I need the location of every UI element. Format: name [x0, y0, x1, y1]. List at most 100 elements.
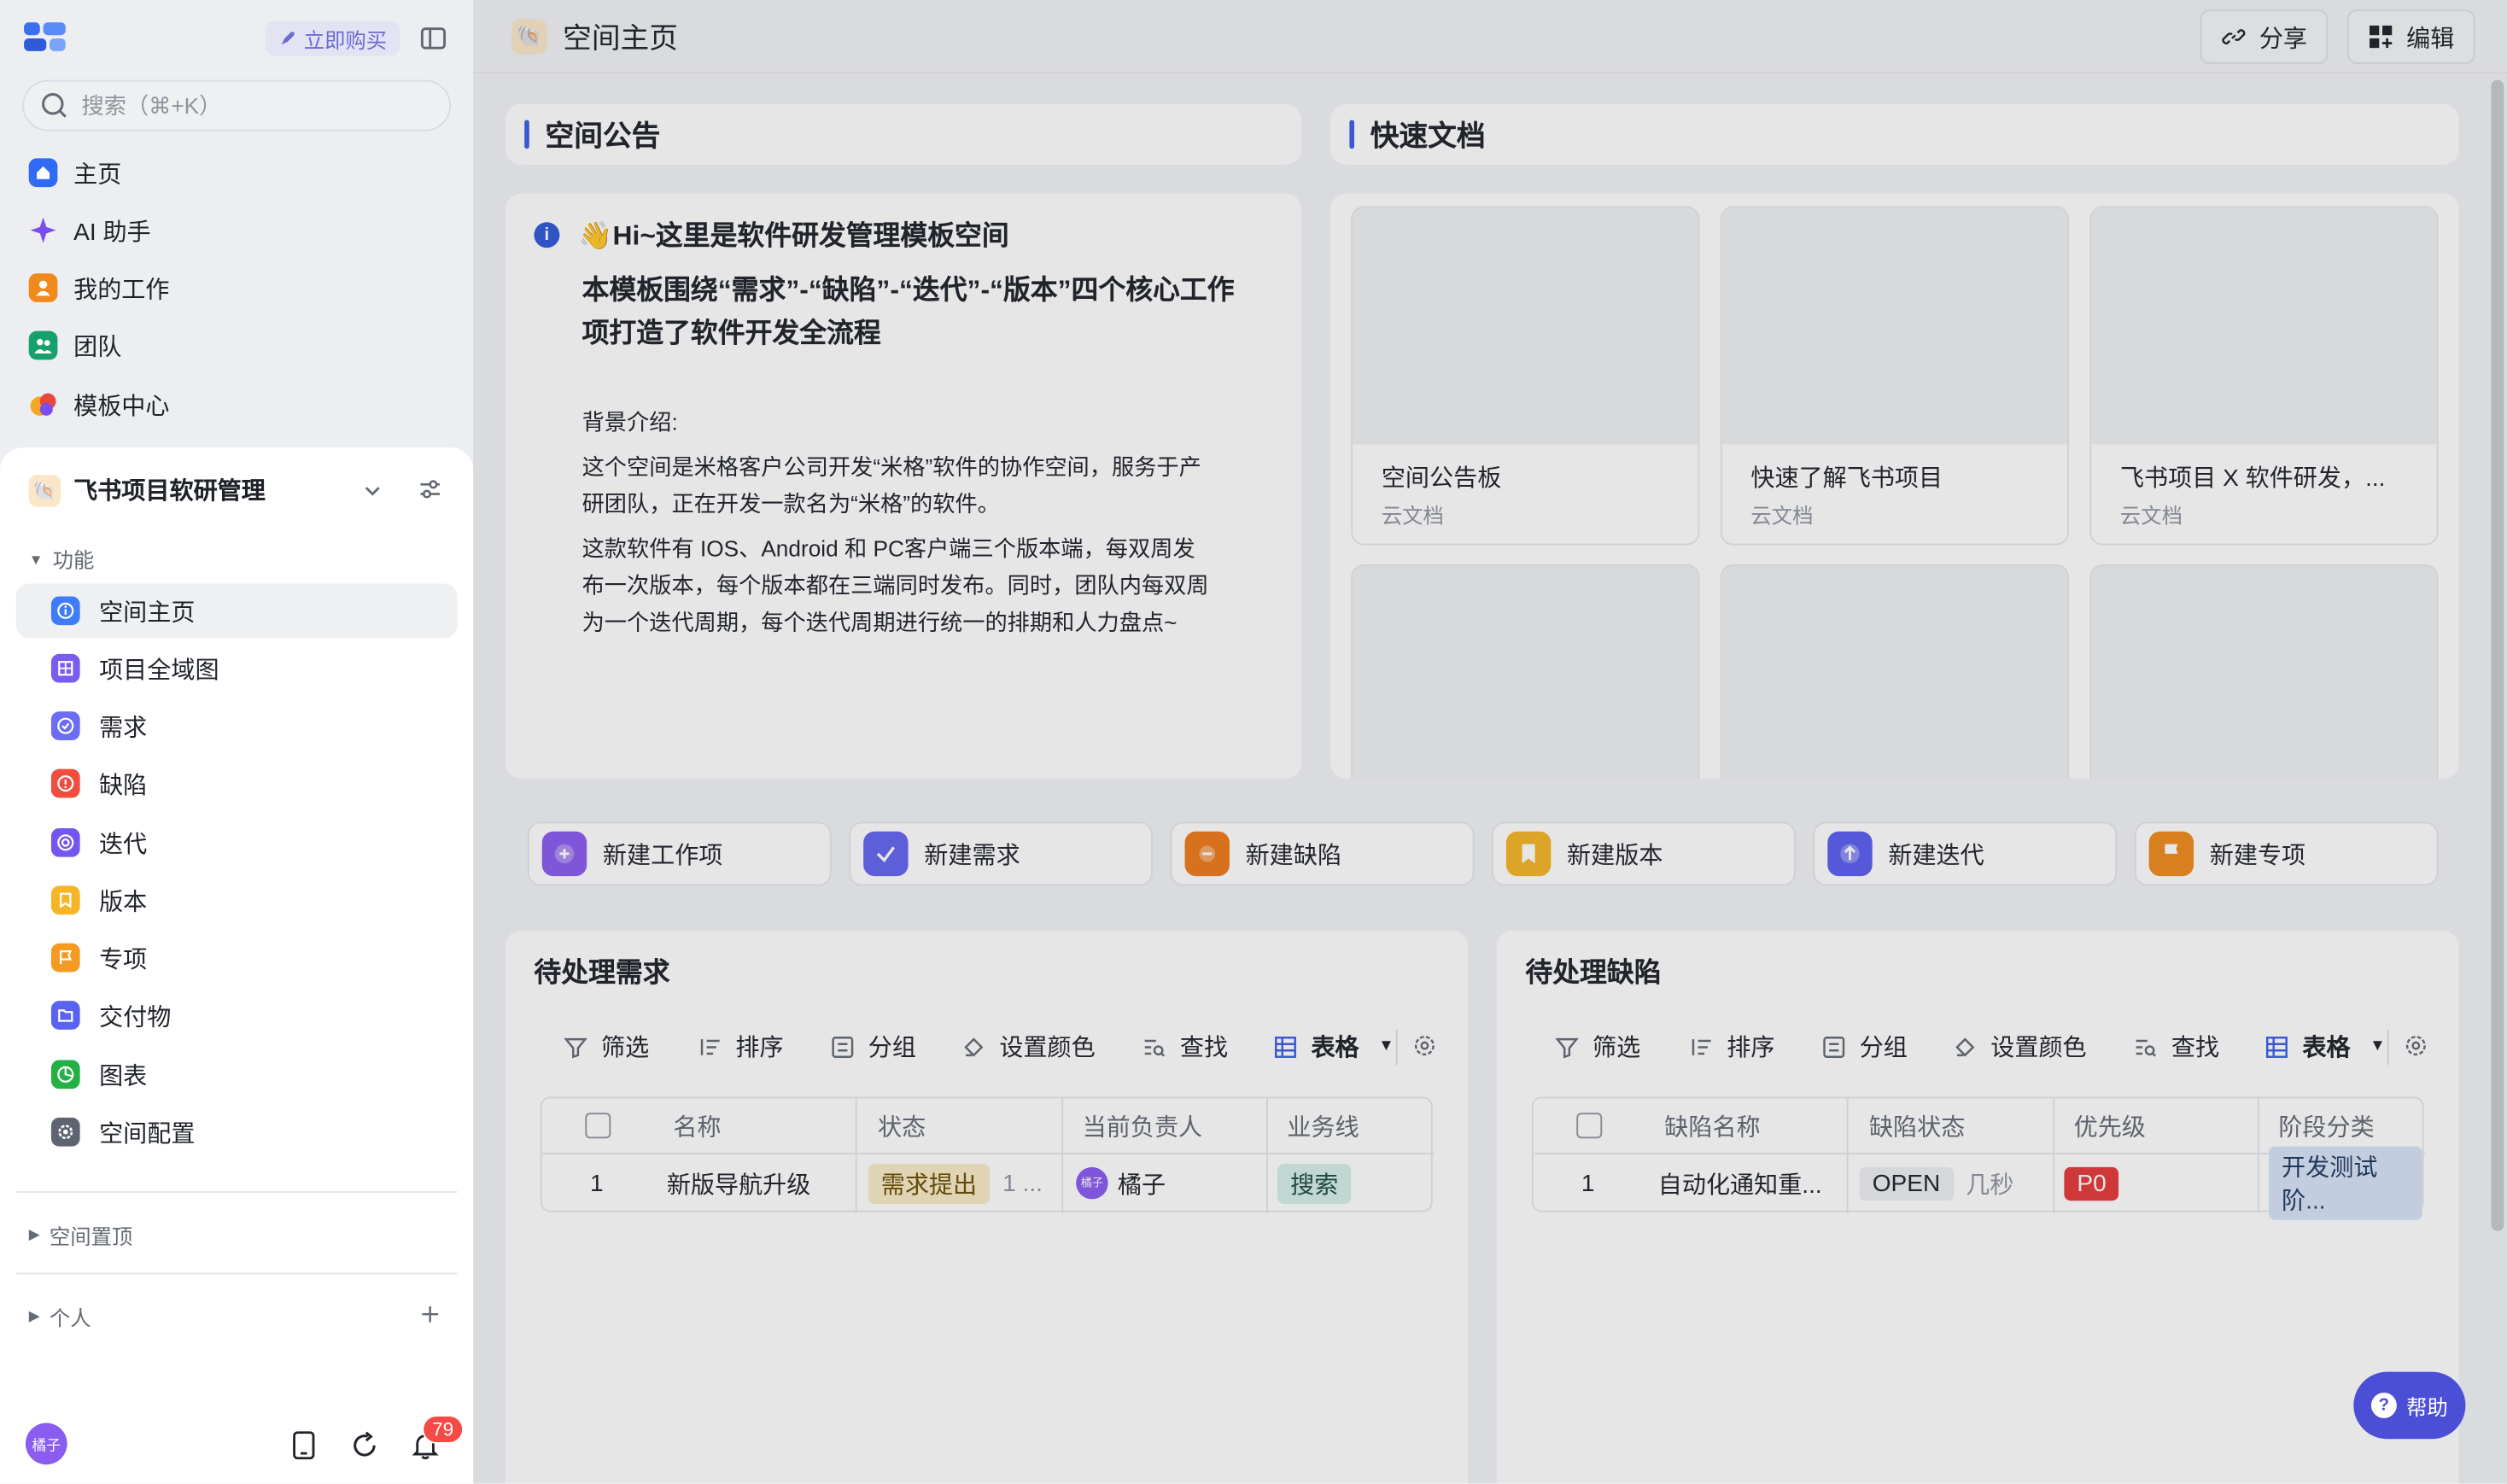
- arrow-up-icon: [1827, 831, 1873, 877]
- section-functions[interactable]: ▼ 功能: [29, 544, 95, 575]
- column-header[interactable]: 缺陷名称: [1664, 1098, 1760, 1153]
- menu-iterations[interactable]: 迭代: [16, 815, 458, 870]
- group-label: 分组: [868, 1034, 916, 1062]
- menu-space-settings[interactable]: 空间配置: [16, 1105, 458, 1160]
- filter-button[interactable]: 筛选: [1554, 1030, 1640, 1063]
- status-cell[interactable]: OPEN 几秒: [1859, 1153, 2013, 1213]
- flag-icon: [2148, 831, 2194, 877]
- doc-card[interactable]: 快速了解飞书项目 云文档: [1720, 206, 2070, 546]
- menu-versions[interactable]: 版本: [16, 873, 458, 927]
- defect-name[interactable]: 自动化通知重...: [1658, 1153, 1822, 1213]
- sidebar-toggle-icon[interactable]: [419, 24, 448, 53]
- doc-title: 快速了解飞书项目: [1750, 464, 1943, 493]
- nav-template-center[interactable]: 模板中心: [29, 383, 170, 425]
- doc-card[interactable]: 空间公告板 云文档: [1351, 206, 1700, 546]
- sort-label: 排序: [735, 1034, 784, 1062]
- menu-label: 版本: [99, 888, 148, 916]
- new-version-button[interactable]: 新建版本: [1492, 821, 1796, 886]
- search-placeholder: 搜索（⌘+K）: [81, 92, 222, 119]
- buy-now-button[interactable]: 立即购买: [265, 20, 400, 56]
- search-input[interactable]: 搜索（⌘+K）: [22, 79, 452, 131]
- set-color-label: 设置颜色: [999, 1034, 1096, 1062]
- column-header[interactable]: 业务线: [1287, 1098, 1359, 1153]
- requirement-name[interactable]: 新版导航升级: [667, 1153, 811, 1213]
- column-header[interactable]: 优先级: [2074, 1098, 2146, 1153]
- help-button[interactable]: ? 帮助: [2353, 1371, 2466, 1440]
- gear-icon[interactable]: [2403, 1033, 2428, 1059]
- tablet-icon[interactable]: [288, 1429, 319, 1461]
- status-cell[interactable]: 需求提出 1 ...: [868, 1153, 1043, 1213]
- doc-card[interactable]: [1351, 564, 1700, 779]
- paragraph-line: 这个空间是米格客户公司开发“米格”软件的协作空间，服务于产: [581, 453, 1201, 480]
- caret-down-icon: ▼: [1378, 1037, 1394, 1055]
- doc-thumbnail: [2091, 207, 2437, 445]
- column-header[interactable]: 缺陷状态: [1869, 1098, 1965, 1153]
- stage-cell[interactable]: 开发测试阶...: [2269, 1146, 2422, 1220]
- section-personal[interactable]: ▶ 个人: [29, 1301, 91, 1332]
- caret-down-icon: ▼: [28, 551, 44, 567]
- menu-charts[interactable]: 图表: [16, 1047, 458, 1101]
- set-color-button[interactable]: 设置颜色: [1952, 1030, 2087, 1063]
- group-button[interactable]: 分组: [830, 1030, 916, 1063]
- new-defect-button[interactable]: 新建缺陷: [1170, 821, 1475, 886]
- doc-type: 云文档: [1381, 503, 1444, 528]
- column-header[interactable]: 当前负责人: [1083, 1098, 1202, 1153]
- sort-button[interactable]: 排序: [697, 1030, 784, 1063]
- nav-home[interactable]: 主页: [28, 152, 121, 194]
- gear-icon[interactable]: [1411, 1033, 1437, 1059]
- menu-label: 专项: [99, 945, 148, 973]
- nav-ai-assistant[interactable]: AI 助手: [29, 209, 151, 251]
- menu-deliverables[interactable]: 交付物: [16, 988, 458, 1043]
- view-table-button[interactable]: 表格 ▼: [1273, 1030, 1394, 1063]
- section-pinned[interactable]: ▶ 空间置顶: [29, 1220, 133, 1251]
- quick-docs-title: 快速文档: [1370, 120, 1486, 152]
- adjust-icon[interactable]: [418, 476, 443, 502]
- new-iteration-button[interactable]: 新建迭代: [1813, 821, 2118, 886]
- menu-defects[interactable]: 缺陷: [16, 757, 458, 811]
- avatar[interactable]: 橘子: [25, 1423, 67, 1465]
- new-work-item-button[interactable]: 新建工作项: [527, 821, 832, 886]
- find-icon: [1142, 1034, 1167, 1060]
- share-button[interactable]: 分享: [2200, 9, 2329, 64]
- chevron-down-icon[interactable]: [361, 480, 383, 502]
- scrollbar[interactable]: [2491, 79, 2504, 1231]
- edit-button[interactable]: 编辑: [2346, 9, 2475, 64]
- sparkle-icon: [29, 216, 58, 245]
- col-divider: [2257, 1098, 2259, 1214]
- view-label: 表格: [1311, 1034, 1359, 1062]
- space-switcher[interactable]: 🐚 飞书项目软研管理: [28, 473, 266, 506]
- doc-card[interactable]: 飞书项目 X 软件研发，... 云文档: [2089, 206, 2439, 546]
- menu-project-map[interactable]: 项目全域图: [16, 641, 458, 696]
- app-logo[interactable]: [22, 19, 70, 54]
- menu-label: 项目全域图: [99, 656, 219, 684]
- filter-button[interactable]: 筛选: [563, 1030, 649, 1063]
- sort-button[interactable]: 排序: [1688, 1030, 1775, 1063]
- space-emoji-icon: 🐚: [511, 19, 547, 55]
- owner-cell[interactable]: 橘子 橘子: [1076, 1153, 1166, 1213]
- select-all-checkbox[interactable]: [1576, 1113, 1603, 1139]
- view-table-button[interactable]: 表格 ▼: [2264, 1030, 2386, 1063]
- menu-requirements[interactable]: 需求: [16, 698, 458, 753]
- set-color-button[interactable]: 设置颜色: [961, 1030, 1096, 1063]
- page-title: 🐚 空间主页: [511, 16, 678, 58]
- column-header[interactable]: 阶段分类: [2278, 1098, 2374, 1153]
- refresh-icon[interactable]: [348, 1429, 380, 1461]
- biz-cell[interactable]: 搜索: [1277, 1153, 1352, 1213]
- nav-team[interactable]: 团队: [28, 324, 121, 366]
- find-button[interactable]: 查找: [1142, 1030, 1228, 1063]
- column-header[interactable]: 名称: [673, 1098, 721, 1153]
- select-all-checkbox[interactable]: [585, 1113, 611, 1139]
- find-button[interactable]: 查找: [2133, 1030, 2219, 1063]
- menu-space-home[interactable]: 空间主页: [15, 583, 458, 639]
- priority-cell[interactable]: P0: [2064, 1153, 2119, 1213]
- column-header[interactable]: 状态: [878, 1098, 926, 1153]
- new-requirement-button[interactable]: 新建需求: [849, 821, 1154, 886]
- doc-card[interactable]: [1720, 564, 2070, 779]
- plus-icon[interactable]: [419, 1303, 441, 1325]
- menu-special[interactable]: 专项: [16, 931, 458, 985]
- nav-my-work[interactable]: 我的工作: [28, 267, 170, 309]
- new-special-button[interactable]: 新建专项: [2134, 821, 2439, 886]
- group-button[interactable]: 分组: [1821, 1030, 1908, 1063]
- page-title-text: 空间主页: [563, 22, 678, 55]
- doc-card[interactable]: [2089, 564, 2439, 779]
